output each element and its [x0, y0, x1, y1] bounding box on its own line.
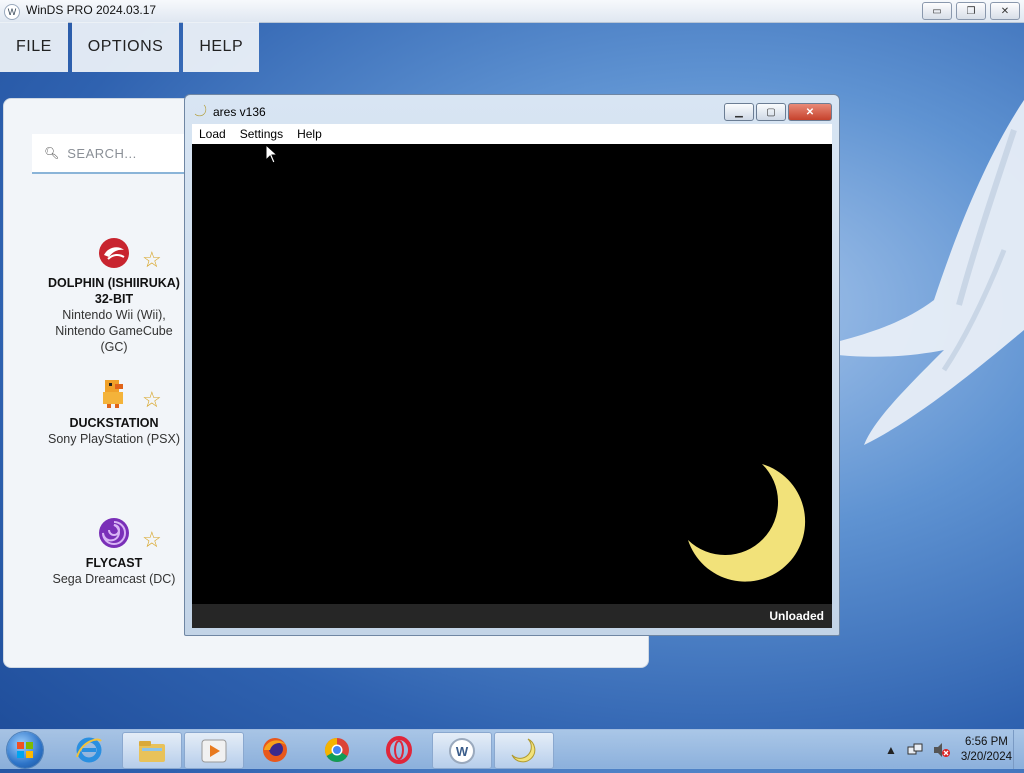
taskbar-chrome[interactable]: [308, 732, 366, 767]
windows-logo-icon: [17, 742, 33, 758]
emulator-name: FLYCAST: [85, 556, 143, 570]
ares-minimize-button[interactable]: ▁: [724, 103, 754, 121]
taskbar-clock[interactable]: 6:56 PM 3/20/2024: [961, 735, 1012, 765]
mouse-cursor-icon: [265, 144, 279, 164]
opera-icon: [386, 735, 412, 764]
firefox-icon: [263, 737, 287, 762]
favorite-star-icon[interactable]: ☆: [142, 247, 162, 273]
system-tray: ▲ 6:56 PM 3/20/2024: [885, 730, 1012, 769]
winds-app-icon: W: [4, 4, 20, 20]
emulator-name: DOLPHIN (ISHIIRUKA) 32-BIT: [48, 276, 180, 306]
internet-explorer-icon: [76, 737, 102, 762]
emulator-systems: Sega Dreamcast (DC): [52, 572, 176, 586]
show-hidden-icons-arrow-icon[interactable]: ▲: [885, 743, 897, 757]
ares-menu-load[interactable]: Load: [192, 127, 233, 141]
winds-menubar: FILE OPTIONS HELP: [0, 22, 260, 72]
start-button[interactable]: [7, 732, 43, 768]
ares-moon-logo: [688, 464, 806, 582]
taskbar-file-explorer[interactable]: [122, 732, 182, 769]
winds-restore-button[interactable]: ❐: [956, 2, 986, 20]
clock-time: 6:56 PM: [965, 735, 1008, 748]
volume-muted-icon[interactable]: [933, 742, 951, 758]
ares-status-bar: Unloaded: [192, 604, 832, 628]
emulator-name: DUCKSTATION: [69, 416, 159, 430]
winds-titlebar[interactable]: W WinDS PRO 2024.03.17 ▭ ❐ ✕: [0, 0, 1024, 23]
favorite-star-icon[interactable]: ☆: [142, 527, 162, 553]
taskbar-internet-explorer[interactable]: [60, 732, 118, 767]
flycast-icon: [99, 518, 129, 548]
show-desktop-button[interactable]: [1013, 730, 1024, 769]
taskbar-media-player[interactable]: [184, 732, 244, 769]
ares-window[interactable]: ares v136 ▁ ▢ ✕ Load Settings Help Unloa…: [184, 94, 840, 636]
clock-date: 3/20/2024: [960, 750, 1012, 763]
duckstation-icon: [103, 380, 123, 408]
menu-options[interactable]: OPTIONS: [71, 22, 180, 72]
ares-icon: [511, 738, 536, 762]
menu-file[interactable]: FILE: [0, 22, 68, 72]
winds-minimize-button[interactable]: ▭: [922, 2, 952, 20]
taskbar-ares[interactable]: [494, 732, 554, 769]
emulator-item-flycast[interactable]: FLYCAST Sega Dreamcast (DC): [44, 516, 184, 587]
taskbar-winds[interactable]: W: [432, 732, 492, 769]
winds-window-title: WinDS PRO 2024.03.17: [26, 3, 157, 17]
chrome-icon: [324, 737, 349, 762]
ares-window-title: ares v136: [213, 105, 266, 119]
taskbar-firefox[interactable]: [246, 732, 304, 767]
media-player-icon: [201, 739, 227, 762]
ares-menubar: Load Settings Help: [192, 124, 832, 144]
emulator-systems: Sony PlayStation (PSX): [47, 432, 180, 446]
favorite-star-icon[interactable]: ☆: [142, 387, 162, 413]
ares-display[interactable]: [192, 144, 832, 604]
winds-icon: W: [449, 737, 475, 764]
emulator-item-dolphin[interactable]: DOLPHIN (ISHIIRUKA) 32-BIT Nintendo Wii …: [44, 236, 184, 355]
emulator-item-duckstation[interactable]: DUCKSTATION Sony PlayStation (PSX): [44, 376, 184, 447]
ares-close-button[interactable]: ✕: [788, 103, 832, 121]
ares-maximize-button[interactable]: ▢: [756, 103, 786, 121]
search-input[interactable]: [65, 144, 190, 162]
emulator-systems: Nintendo Wii (Wii), Nintendo GameCube (G…: [55, 308, 173, 354]
search-icon: 🔍︎: [44, 146, 60, 160]
ares-menu-help[interactable]: Help: [290, 127, 329, 141]
taskbar-opera[interactable]: [370, 732, 428, 767]
taskbar: W ▲ 6:56 PM 3/20/2024: [0, 729, 1024, 769]
menu-help[interactable]: HELP: [183, 22, 260, 72]
svg-text:W: W: [456, 744, 469, 759]
file-explorer-icon: [139, 740, 165, 762]
search-box[interactable]: 🔍︎: [32, 134, 192, 174]
ares-menu-settings[interactable]: Settings: [233, 127, 290, 141]
winds-close-button[interactable]: ✕: [990, 2, 1020, 20]
network-icon[interactable]: [907, 742, 923, 758]
ares-moon-icon: [194, 104, 207, 117]
dolphin-icon: [99, 238, 129, 268]
